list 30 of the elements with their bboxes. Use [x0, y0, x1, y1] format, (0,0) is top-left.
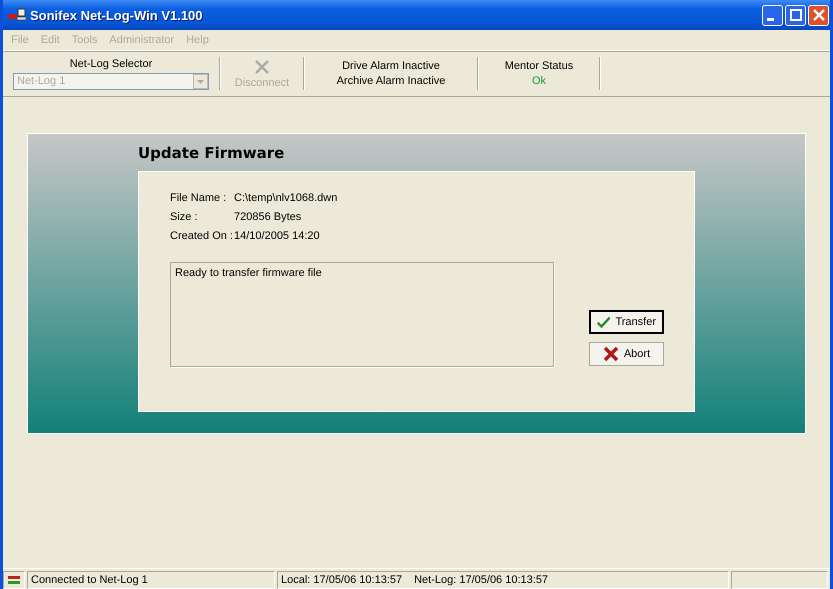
- close-button[interactable]: [808, 4, 829, 26]
- minimize-icon: [767, 18, 774, 20]
- panel-title: Update Firmware: [138, 142, 286, 164]
- minimize-button[interactable]: [762, 4, 783, 26]
- computer-icon: [8, 8, 26, 22]
- field-value: 14/10/2005 14:20: [234, 230, 320, 242]
- abort-button[interactable]: Abort: [589, 342, 664, 366]
- field-label: File Name :: [170, 192, 228, 204]
- field-value: C:\temp\nlv1068.dwn: [234, 192, 338, 204]
- status-message-box: Ready to transfer firmware file: [170, 262, 554, 367]
- field-label: Size :: [170, 211, 199, 223]
- field-label: Created On :: [170, 230, 234, 242]
- maximize-button[interactable]: [785, 4, 806, 26]
- close-icon: [812, 9, 824, 21]
- maximize-icon: [790, 9, 802, 21]
- alarm-status: Drive Alarm Inactive: [342, 60, 440, 72]
- mentor-status-value: Ok: [532, 75, 546, 87]
- alarm-status: Archive Alarm Inactive: [336, 75, 446, 87]
- transfer-button[interactable]: Transfer: [589, 310, 664, 334]
- check-icon: [597, 314, 610, 330]
- status-local-time: Local: 17/05/06 10:13:57: [281, 574, 402, 586]
- selector-label: Net-Log Selector: [70, 58, 152, 70]
- status-connection: Connected to Net-Log 1: [27, 571, 275, 589]
- cross-icon: [254, 58, 270, 74]
- field-value: 720856 Bytes: [234, 211, 302, 223]
- connection-indicator-icon: [8, 575, 20, 585]
- window-title: Sonifex Net-Log-Win V1.100: [30, 8, 203, 22]
- mentor-status-label: Mentor Status: [504, 60, 574, 72]
- status-netlog-time: Net-Log: 17/05/06 10:13:57: [414, 574, 548, 586]
- cross-icon: [602, 346, 619, 362]
